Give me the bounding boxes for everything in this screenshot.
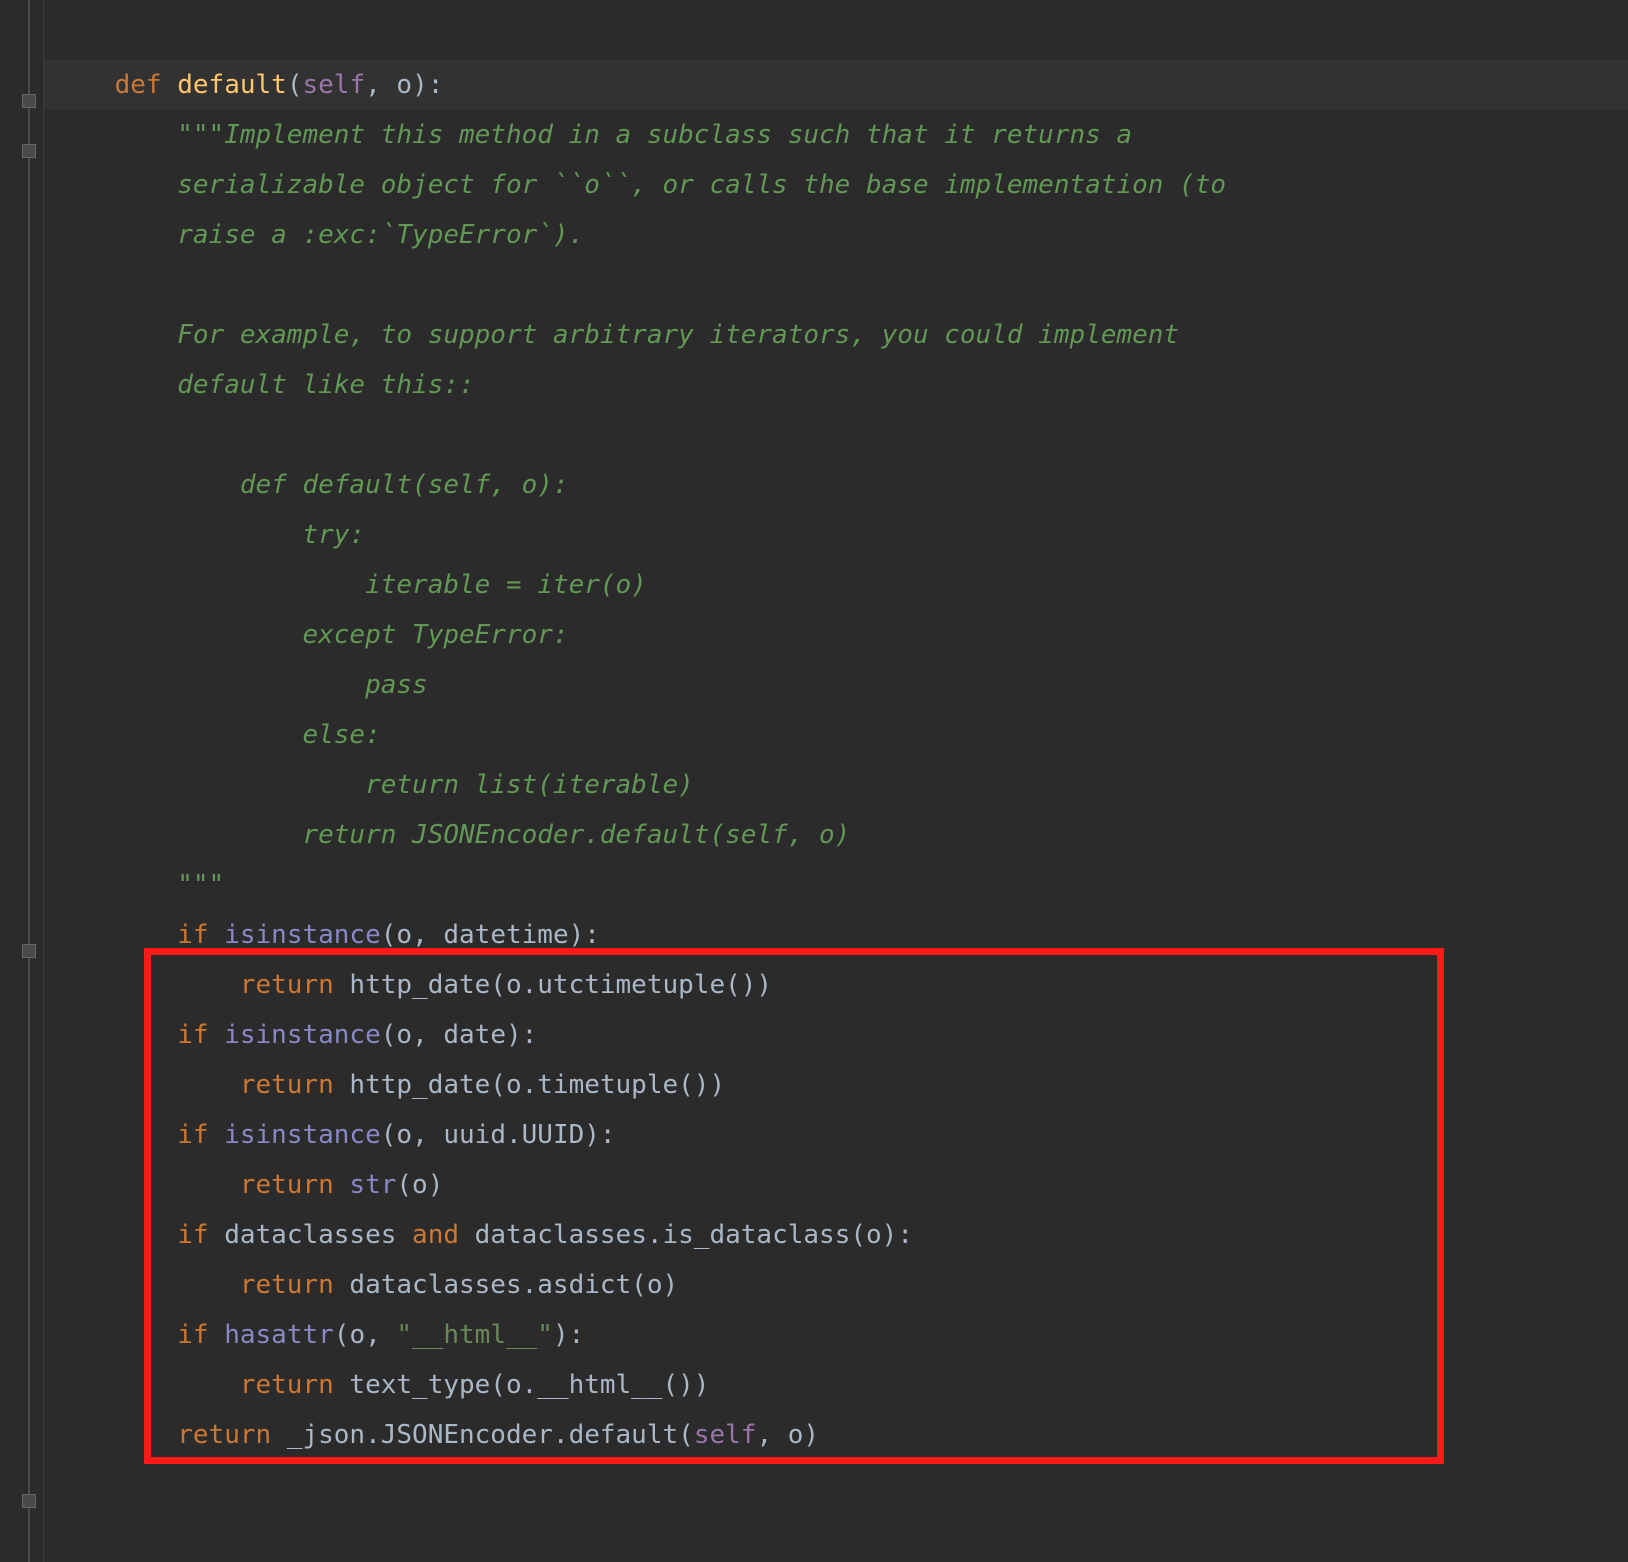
indent (52, 70, 115, 100)
code-line[interactable]: return str(o) (44, 1160, 1628, 1210)
code-line[interactable]: return http_date(o.utctimetuple()) (44, 960, 1628, 1010)
fold-marker-icon[interactable] (22, 94, 36, 108)
code-line[interactable]: return JSONEncoder.default(self, o) (44, 810, 1628, 860)
code-line[interactable]: return _json.JSONEncoder.default(self, o… (44, 1410, 1628, 1460)
code-line[interactable] (44, 260, 1628, 310)
param-self: self (302, 70, 365, 100)
code-line[interactable]: def default(self, o): (44, 460, 1628, 510)
builtin-isinstance: isinstance (224, 1020, 381, 1050)
code-line[interactable]: def default(self, o): (44, 60, 1628, 110)
keyword-return: return (177, 1420, 271, 1450)
code-line[interactable]: raise a :exc:`TypeError`). (44, 210, 1628, 260)
keyword-return: return (240, 1270, 334, 1300)
docstring-text: default like this:: (177, 370, 474, 400)
docstring-text: serializable object for ``o``, or calls … (177, 170, 1226, 200)
code-line[interactable]: return http_date(o.timetuple()) (44, 1060, 1628, 1110)
code-line[interactable]: if dataclasses and dataclasses.is_datacl… (44, 1210, 1628, 1260)
code-line[interactable]: For example, to support arbitrary iterat… (44, 310, 1628, 360)
code-line[interactable]: """ (44, 860, 1628, 910)
docstring-text: return list(iterable) (177, 770, 694, 800)
keyword-return: return (240, 1070, 334, 1100)
code-line[interactable]: return dataclasses.asdict(o) (44, 1260, 1628, 1310)
docstring-text: raise a :exc:`TypeError`). (177, 220, 584, 250)
code-line[interactable]: if isinstance(o, datetime): (44, 910, 1628, 960)
docstring-text: iterable = iter(o) (177, 570, 647, 600)
docstring-text: return JSONEncoder.default(self, o) (177, 820, 850, 850)
keyword-def: def (115, 70, 162, 100)
keyword-and: and (396, 1220, 474, 1250)
code-line[interactable]: """Implement this method in a subclass s… (44, 110, 1628, 160)
param-self: self (694, 1420, 757, 1450)
code-line[interactable]: try: (44, 510, 1628, 560)
code-line[interactable]: return list(iterable) (44, 760, 1628, 810)
fold-guide-line (28, 0, 30, 1562)
function-name: default (177, 70, 287, 100)
builtin-str: str (349, 1170, 396, 1200)
code-line[interactable]: serializable object for ``o``, or calls … (44, 160, 1628, 210)
keyword-if: if (177, 1020, 208, 1050)
editor-gutter[interactable] (0, 0, 44, 1562)
docstring-text: def default(self, o): (177, 470, 568, 500)
code-line[interactable] (44, 410, 1628, 460)
code-line[interactable]: iterable = iter(o) (44, 560, 1628, 610)
builtin-hasattr: hasattr (224, 1320, 334, 1350)
docstring-text: pass (177, 670, 427, 700)
code-line[interactable]: default like this:: (44, 360, 1628, 410)
code-line[interactable] (44, 10, 1628, 60)
docstring-text: For example, to support arbitrary iterat… (177, 320, 1179, 350)
keyword-return: return (240, 970, 334, 1000)
code-line[interactable]: if isinstance(o, uuid.UUID): (44, 1110, 1628, 1160)
keyword-if: if (177, 1120, 208, 1150)
code-line[interactable]: else: (44, 710, 1628, 760)
docstring-end: """ (177, 870, 224, 900)
keyword-if: if (177, 1220, 208, 1250)
string-literal: "__html__" (396, 1320, 553, 1350)
code-line[interactable]: return text_type(o.__html__()) (44, 1360, 1628, 1410)
param-o: o (396, 70, 412, 100)
docstring-text: else: (177, 720, 381, 750)
docstring-text: """Implement this method in a subclass s… (177, 120, 1132, 150)
code-line[interactable]: pass (44, 660, 1628, 710)
keyword-return: return (240, 1370, 334, 1400)
builtin-isinstance: isinstance (224, 1120, 381, 1150)
keyword-return: return (240, 1170, 334, 1200)
code-line[interactable]: except TypeError: (44, 610, 1628, 660)
fold-marker-icon[interactable] (22, 144, 36, 158)
code-line[interactable]: if isinstance(o, date): (44, 1010, 1628, 1060)
keyword-if: if (177, 920, 208, 950)
fold-marker-icon[interactable] (22, 944, 36, 958)
keyword-if: if (177, 1320, 208, 1350)
builtin-isinstance: isinstance (224, 920, 381, 950)
fold-marker-icon[interactable] (22, 1494, 36, 1508)
code-area[interactable]: def default(self, o): """Implement this … (44, 0, 1628, 1562)
docstring-text: try: (177, 520, 365, 550)
code-editor[interactable]: def default(self, o): """Implement this … (0, 0, 1628, 1562)
code-line[interactable]: if hasattr(o, "__html__"): (44, 1310, 1628, 1360)
docstring-text: except TypeError: (177, 620, 568, 650)
